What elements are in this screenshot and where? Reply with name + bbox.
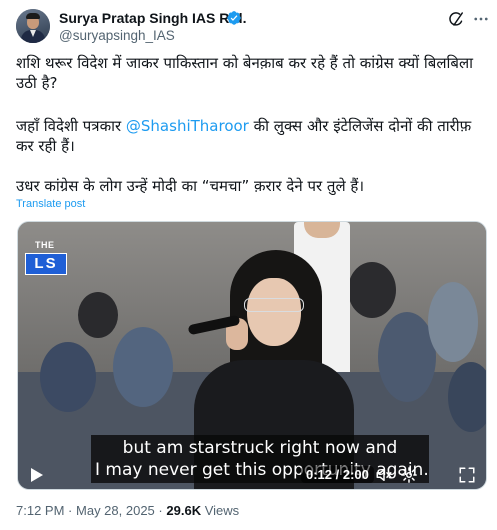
meta-separator: · [68, 503, 73, 518]
post-time[interactable]: 7:12 PM [16, 503, 64, 518]
channel-logo-main-text: LS [34, 255, 58, 272]
views-label: Views [204, 503, 240, 518]
volume-muted-icon[interactable] [375, 466, 393, 484]
avatar[interactable] [16, 9, 50, 43]
video-time: 0:12 / 2:00 [301, 466, 374, 483]
author-handle[interactable]: @suryapsingh_IAS [59, 28, 175, 43]
video-player[interactable]: THE LS but am starstruck right now and I… [17, 221, 487, 490]
tweet-text-paragraph-3: उधर कांग्रेस के लोग उन्हें मोदी का “चमचा… [16, 177, 365, 195]
video-controls: 0:12 / 2:00 [18, 459, 486, 489]
translate-post-link[interactable]: Translate post [16, 198, 85, 210]
meta-separator-2: · [158, 503, 163, 518]
play-icon[interactable] [30, 467, 44, 483]
author-display-name[interactable]: Surya Pratap Singh IAS Rtd. [59, 10, 246, 26]
tweet-text-paragraph-2: जहाँ विदेशी पत्रकार @ShashiTharoor की लु… [16, 116, 486, 156]
grok-icon[interactable] [448, 10, 466, 28]
paragraph-2-text-before: जहाँ विदेशी पत्रकार [16, 117, 126, 135]
tweet-text-paragraph-1: शशि थरूर विदेश में जाकर पाकिस्तान को बेन… [16, 54, 474, 92]
fullscreen-icon[interactable] [458, 466, 476, 484]
channel-logo: THE LS [25, 240, 69, 282]
more-icon[interactable] [472, 10, 490, 28]
tweet: Surya Pratap Singh IAS Rtd. @suryapsingh… [0, 0, 497, 530]
verified-badge-icon [227, 11, 241, 25]
post-date[interactable]: May 28, 2025 [76, 503, 155, 518]
views-count: 29.6K [166, 503, 202, 518]
settings-gear-icon[interactable] [400, 466, 418, 484]
mention-link[interactable]: @ShashiTharoor [126, 117, 249, 135]
channel-logo-top-text: THE [35, 240, 55, 250]
caption-line-1: but am starstruck right now and [122, 438, 398, 458]
tweet-metadata: 7:12 PM · May 28, 2025 · 29.6K Views [16, 503, 239, 518]
